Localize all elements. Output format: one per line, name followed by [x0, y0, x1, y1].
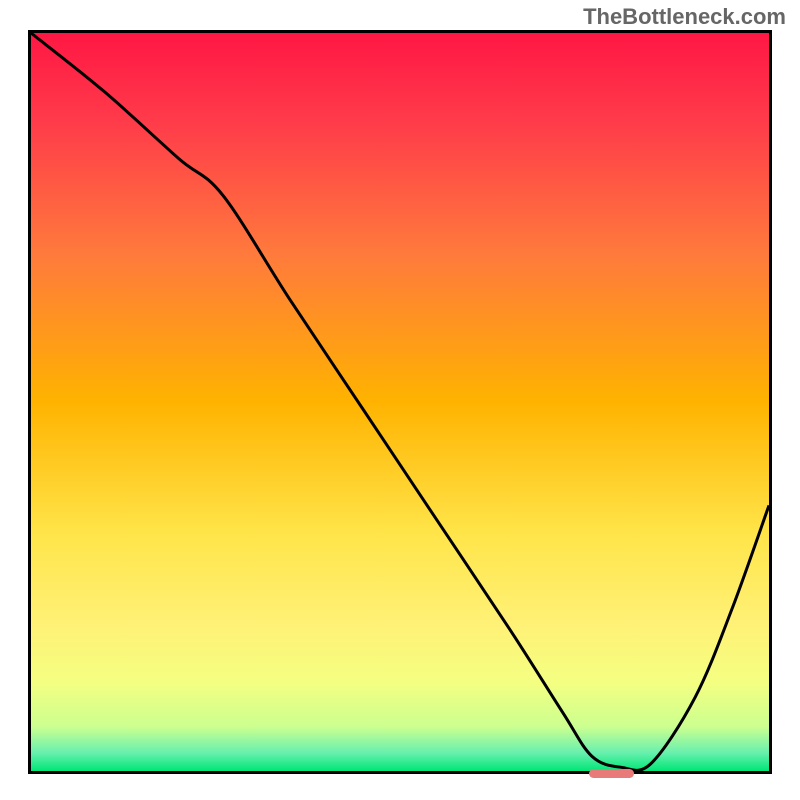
watermark-text: TheBottleneck.com — [583, 4, 786, 30]
optimal-range-marker — [589, 769, 634, 778]
chart-plot-area — [28, 30, 772, 774]
bottleneck-curve — [31, 33, 769, 771]
